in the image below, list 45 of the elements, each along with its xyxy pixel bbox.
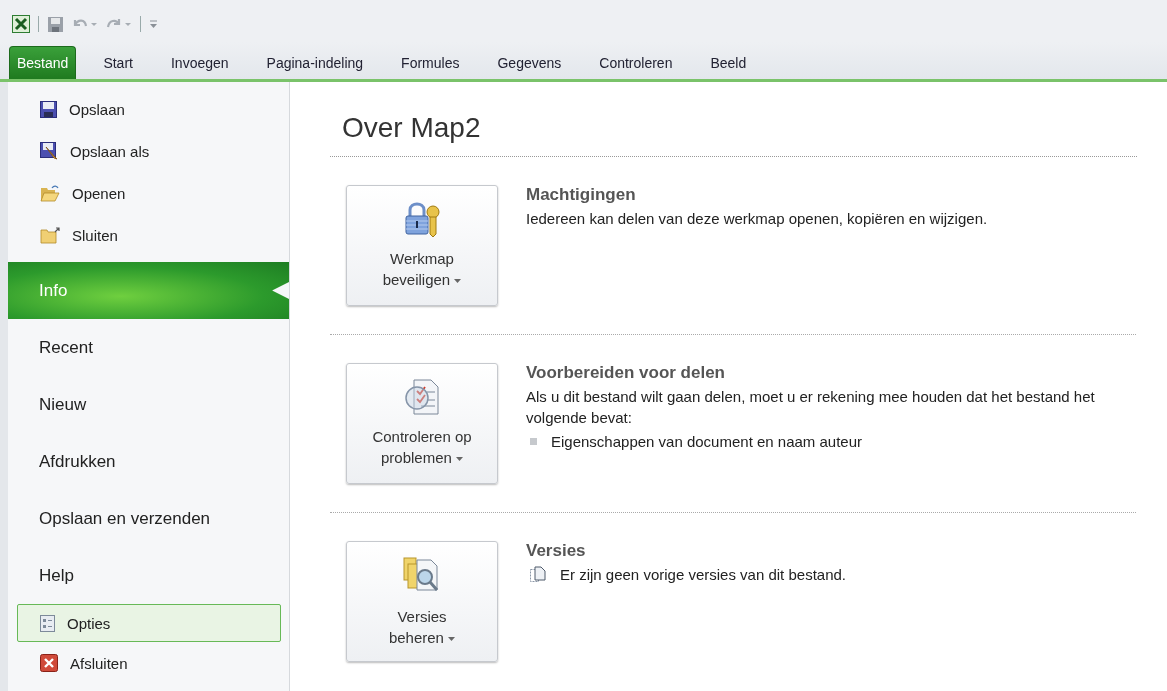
section-text: Er zijn geen vorige versies van dit bestand. (560, 565, 846, 585)
ribbon-tab[interactable]: Formules (388, 46, 473, 79)
dropdown-button[interactable]: Controleren op problemen (346, 363, 498, 484)
ribbon-tab[interactable]: Beeld (697, 46, 760, 79)
section-text: Als u dit bestand wilt gaan delen, moet u er rekening mee houden dat het bestand het volgende bevat: (526, 387, 1096, 428)
menu-item[interactable]: Opslaan en verzenden (8, 490, 289, 547)
open-folder-icon (40, 184, 60, 202)
bullet-icon (530, 438, 537, 445)
section-heading: Voorbereiden voor delen (526, 363, 726, 383)
ribbon-tab[interactable]: Bestand (9, 46, 77, 79)
padlock-key-icon (403, 200, 441, 238)
menu-item[interactable]: Opslaan (8, 88, 281, 130)
section-text: Iedereen kan delen van deze werkmap openen, kopiëren en wijzigen. (526, 209, 989, 229)
caret-icon (456, 457, 463, 462)
ribbon-tab[interactable]: Controleren (586, 46, 686, 79)
ribbon-tab[interactable]: Start (90, 46, 146, 79)
document-options-icon (40, 614, 55, 632)
menu-item[interactable]: Help (8, 547, 289, 604)
section-heading: Machtigingen (526, 185, 637, 205)
menu-item[interactable]: Afdrukken (8, 433, 289, 490)
dropdown-button[interactable]: Werkmap beveiligen (346, 185, 498, 306)
checklist-document-icon (404, 378, 440, 416)
menu-item[interactable]: Nieuw (8, 376, 289, 433)
menu-item[interactable]: Sluiten (8, 214, 281, 256)
document-copy-icon (530, 566, 546, 583)
ribbon-tab[interactable]: Gegevens (484, 46, 575, 79)
menu-item[interactable]: Openen (8, 172, 281, 214)
dropdown-button[interactable]: Versies beheren (346, 541, 498, 662)
page-title: Over Map2 (330, 112, 1137, 157)
ribbon-tab[interactable]: Invoegen (157, 46, 242, 79)
caret-icon (448, 637, 456, 642)
menu-item[interactable]: Recent (8, 319, 289, 376)
spreadsheet-logo-icon[interactable] (12, 15, 30, 33)
menu-item[interactable]: Afsluiten (8, 642, 281, 684)
save-icon[interactable] (47, 15, 64, 33)
section-text: Eigenschappen van document en naam auteur (551, 432, 863, 452)
folder-icon (40, 226, 60, 244)
menu-item[interactable]: Opslaan als (8, 130, 281, 172)
customize-toolbar-icon[interactable] (149, 19, 158, 29)
ribbon-tab[interactable]: Pagina-indeling (253, 46, 377, 79)
caret-icon (454, 279, 462, 284)
floppy-disk-pencil-icon (40, 142, 58, 160)
close-icon (40, 654, 58, 672)
section-heading: Versies (526, 541, 587, 561)
menu-item[interactable]: Opties (17, 604, 281, 642)
